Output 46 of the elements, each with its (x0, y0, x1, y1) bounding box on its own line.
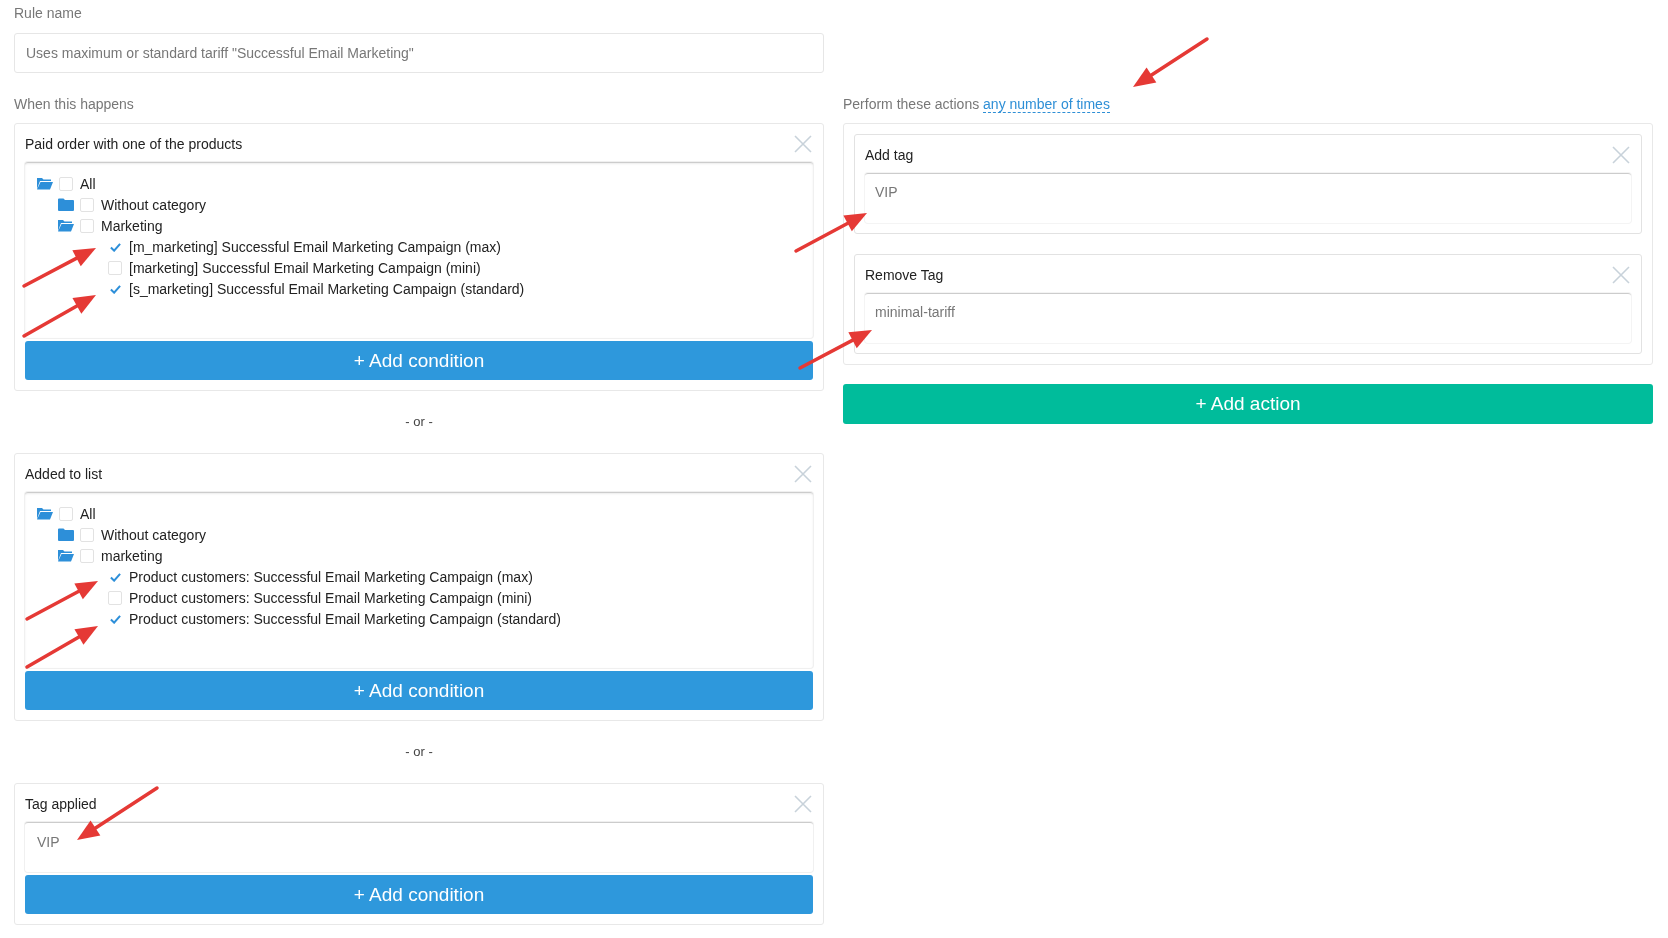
action-title: Add tag (865, 147, 914, 163)
tree-item-label[interactable]: Product customers: Successful Email Marketing Campaign (mini) (129, 589, 533, 606)
tag-field[interactable]: minimal-tariff (865, 293, 1631, 343)
tree-item-label[interactable]: All (80, 505, 96, 522)
tree-item-label[interactable]: [m_marketing] Successful Email Marketing Campaign (max) (129, 238, 501, 255)
condition-title: Paid order with one of the products (25, 136, 243, 152)
checkbox[interactable] (80, 218, 94, 233)
rule-name-label: Rule name (14, 4, 83, 22)
or-divider: - or - (404, 743, 434, 761)
tree-item-label[interactable]: Marketing (101, 217, 163, 234)
tree-item-label[interactable]: Product customers: Successful Email Marketing Campaign (max) (129, 568, 533, 585)
close-icon[interactable] (1611, 265, 1631, 285)
close-icon[interactable] (793, 134, 813, 154)
section-label: Perform these actions (843, 96, 980, 112)
tree-item-label[interactable]: [marketing] Successful Email Marketing Campaign (mini) (129, 259, 481, 276)
condition-title: Tag applied (25, 796, 97, 812)
checkbox[interactable] (80, 197, 94, 212)
open-folder-icon[interactable] (58, 549, 74, 562)
checkbox[interactable] (59, 176, 73, 191)
close-icon[interactable] (1611, 145, 1631, 165)
tree-item-label[interactable]: Without category (101, 526, 207, 543)
condition-title: Added to list (25, 466, 103, 482)
rule-name-field[interactable]: Uses maximum or standard tariff "Successful Email Marketing" (14, 33, 824, 73)
or-divider: - or - (404, 413, 434, 431)
checkbox[interactable] (108, 260, 122, 275)
open-folder-icon[interactable] (37, 177, 53, 190)
tree-item-label[interactable]: All (80, 175, 96, 192)
tree-item-label[interactable]: Without category (101, 196, 207, 213)
section-label: When this happens (14, 95, 135, 113)
open-folder-icon[interactable] (58, 219, 74, 232)
open-folder-icon[interactable] (37, 507, 53, 520)
folder-icon[interactable] (58, 198, 74, 211)
close-icon[interactable] (793, 464, 813, 484)
checkbox[interactable] (80, 527, 94, 542)
close-icon[interactable] (793, 794, 813, 814)
checkbox[interactable] (80, 548, 94, 563)
checkbox[interactable] (108, 590, 122, 605)
folder-icon[interactable] (58, 528, 74, 541)
tag-field[interactable]: VIP (25, 822, 813, 872)
action-title: Remove Tag (865, 267, 944, 283)
tree-item-label[interactable]: marketing (101, 547, 163, 564)
tag-field[interactable]: VIP (865, 173, 1631, 223)
checkbox[interactable] (59, 506, 73, 521)
repeat-link[interactable]: any number of times (983, 96, 1110, 113)
tree-item-label[interactable]: [s_marketing] Successful Email Marketing Campaign (standard) (129, 280, 525, 297)
tree-item-label[interactable]: Product customers: Successful Email Marketing Campaign (standard) (129, 610, 561, 627)
